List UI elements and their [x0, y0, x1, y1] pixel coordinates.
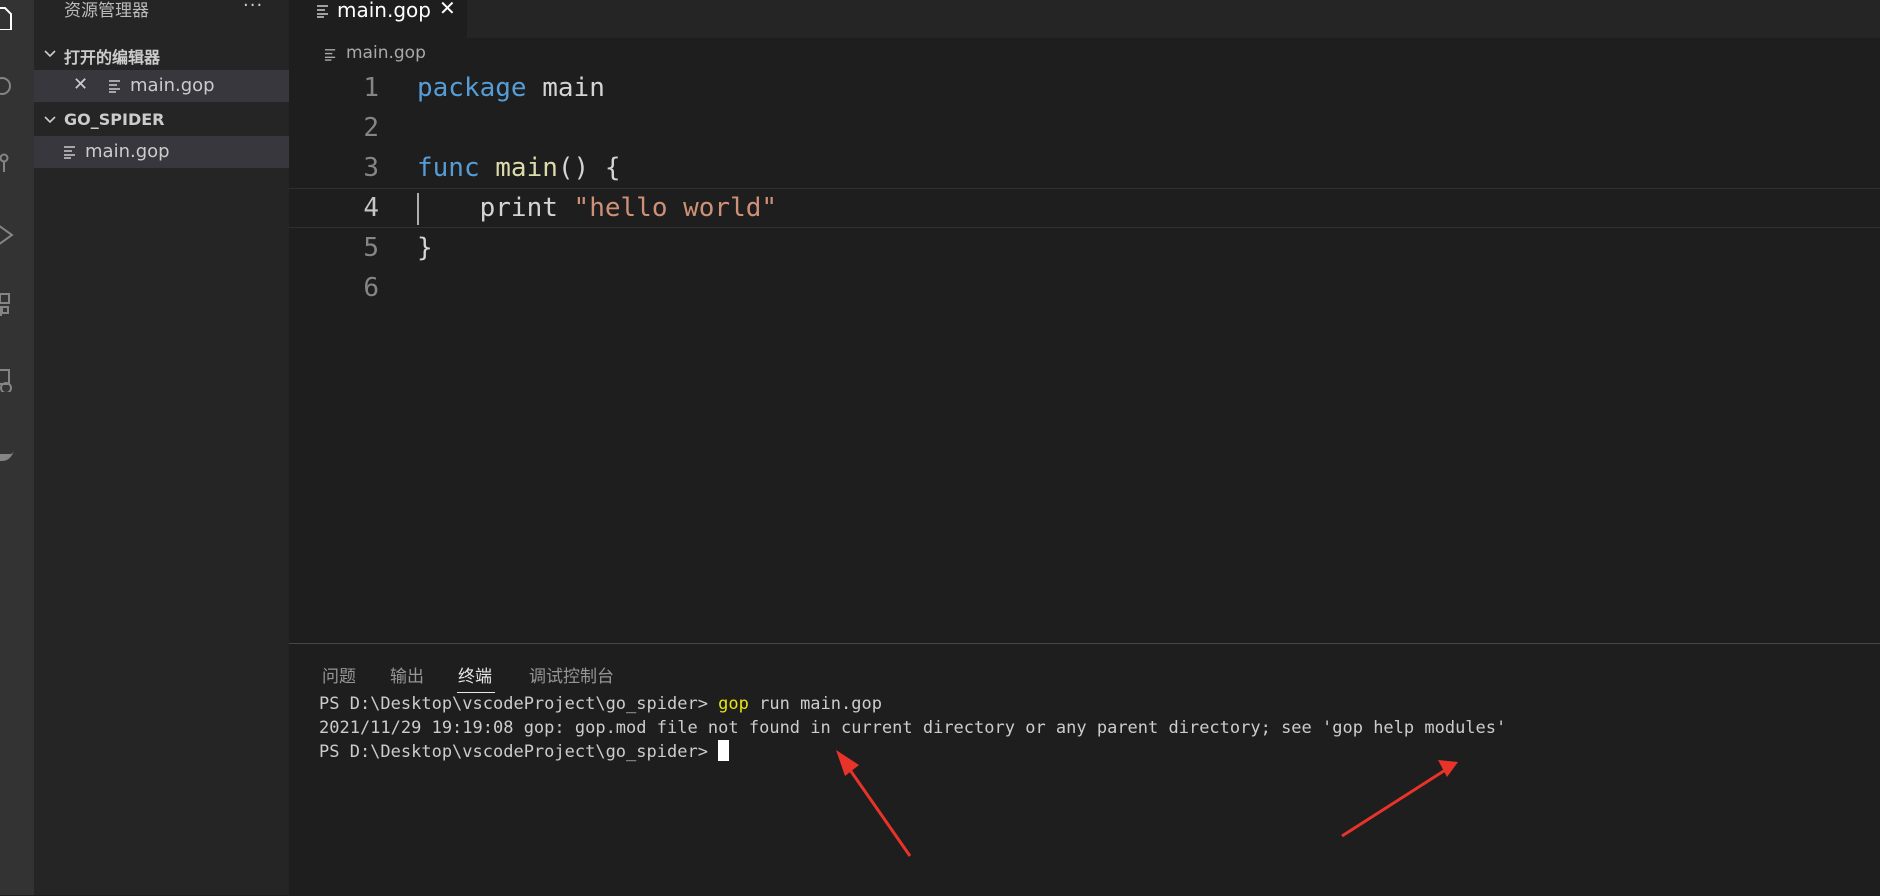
annotation-arrow-left — [836, 750, 912, 857]
annotation-arrow-right — [1341, 760, 1458, 838]
annotation-arrows — [836, 750, 1458, 857]
